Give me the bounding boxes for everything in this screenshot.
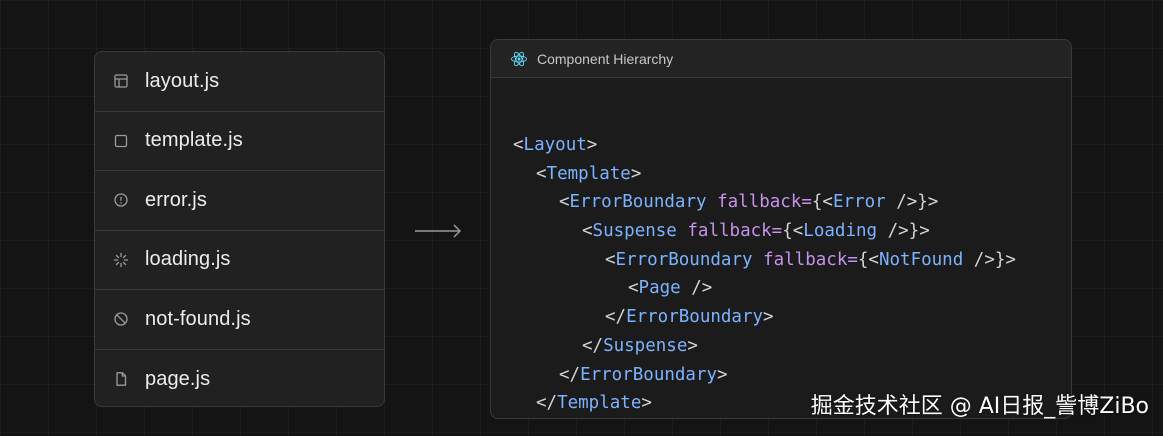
file-row: layout.js: [95, 52, 384, 112]
code-line: </ErrorBoundary>: [513, 361, 1071, 390]
watermark: 掘金技术社区 @ AI日报_訾博ZiBo: [810, 394, 1149, 419]
code-token: <: [605, 249, 616, 270]
code-line: <Layout>: [513, 131, 1071, 160]
code-token: <: [536, 163, 547, 184]
loader-icon: [112, 251, 130, 269]
file-row: not-found.js: [95, 290, 384, 350]
file-row: page.js: [95, 350, 384, 407]
code-token: >: [687, 335, 698, 356]
code-token: fallback=: [687, 221, 783, 242]
code-token: Page: [638, 278, 681, 299]
code-token: </: [605, 307, 627, 328]
code-token: {<: [811, 192, 833, 213]
code-token: ErrorBoundary: [580, 364, 718, 385]
code-token: >: [630, 163, 642, 184]
alert-circle-icon: [112, 191, 130, 209]
code-token: Loading: [803, 221, 878, 242]
code-token: ErrorBoundary: [569, 192, 707, 213]
file-name: page.js: [145, 367, 211, 390]
code-token: <: [628, 278, 639, 299]
code-token: />: [680, 278, 713, 299]
code-token: Layout: [523, 135, 587, 155]
code-token: <: [513, 135, 524, 155]
code-token: >: [717, 364, 728, 385]
file-name: not-found.js: [145, 307, 251, 330]
file-row: loading.js: [95, 231, 384, 290]
arrow-right-icon: [415, 224, 462, 238]
file-row: error.js: [95, 171, 384, 231]
code-token: {<: [782, 221, 804, 242]
file-name: layout.js: [145, 69, 220, 92]
code-token: />}>: [963, 249, 1016, 270]
code-line: <Suspense fallback={<Loading />}>: [513, 217, 1071, 246]
code-token: NotFound: [878, 249, 964, 270]
code-token: fallback=: [763, 249, 858, 270]
panel-title: Component Hierarchy: [537, 50, 674, 67]
code-line: <Template>: [513, 160, 1071, 189]
code-token: >: [586, 135, 598, 155]
code-token: ErrorBoundary: [626, 307, 764, 328]
code-token: </: [536, 393, 558, 414]
file-icon: [112, 370, 130, 388]
code-token: Error: [832, 192, 886, 213]
code-token: <: [582, 221, 593, 242]
code-token: ErrorBoundary: [615, 249, 753, 270]
code-token: Suspense: [603, 335, 688, 356]
code-token: <: [559, 192, 570, 213]
ban-icon: [112, 310, 130, 328]
code-line: </Suspense>: [513, 332, 1071, 361]
code-token: Template: [557, 393, 642, 414]
code-token: />}>: [885, 192, 939, 213]
code-token: Suspense: [592, 221, 677, 242]
code-token: >: [641, 393, 652, 414]
code-block: <Layout> <Template> <ErrorBoundary fallbac…: [491, 78, 1071, 418]
code-token: fallback=: [717, 192, 812, 213]
component-hierarchy-panel: Component Hierarchy <Layout> <Template> <E…: [490, 39, 1072, 419]
code-token: </: [559, 364, 581, 385]
code-line: </ErrorBoundary>: [513, 303, 1071, 332]
panel-header: Component Hierarchy: [491, 40, 1071, 78]
code-token: >: [763, 307, 774, 328]
code-token: </: [582, 335, 604, 356]
layout-icon: [112, 72, 130, 90]
file-name: loading.js: [145, 248, 231, 271]
code-line: <ErrorBoundary fallback={<NotFound />}>: [513, 246, 1071, 275]
code-token: Template: [546, 163, 631, 184]
square-icon: [112, 132, 130, 150]
code-line: <ErrorBoundary fallback={<Error />}>: [513, 188, 1071, 217]
file-name: error.js: [145, 188, 207, 211]
file-list: layout.js template.js error.js loading.js no…: [94, 51, 385, 407]
code-token: />}>: [877, 221, 930, 242]
file-row: template.js: [95, 112, 384, 171]
code-line: <Page />: [513, 274, 1071, 303]
file-name: template.js: [145, 129, 243, 152]
code-token: {<: [857, 249, 879, 270]
react-icon: [511, 51, 527, 66]
